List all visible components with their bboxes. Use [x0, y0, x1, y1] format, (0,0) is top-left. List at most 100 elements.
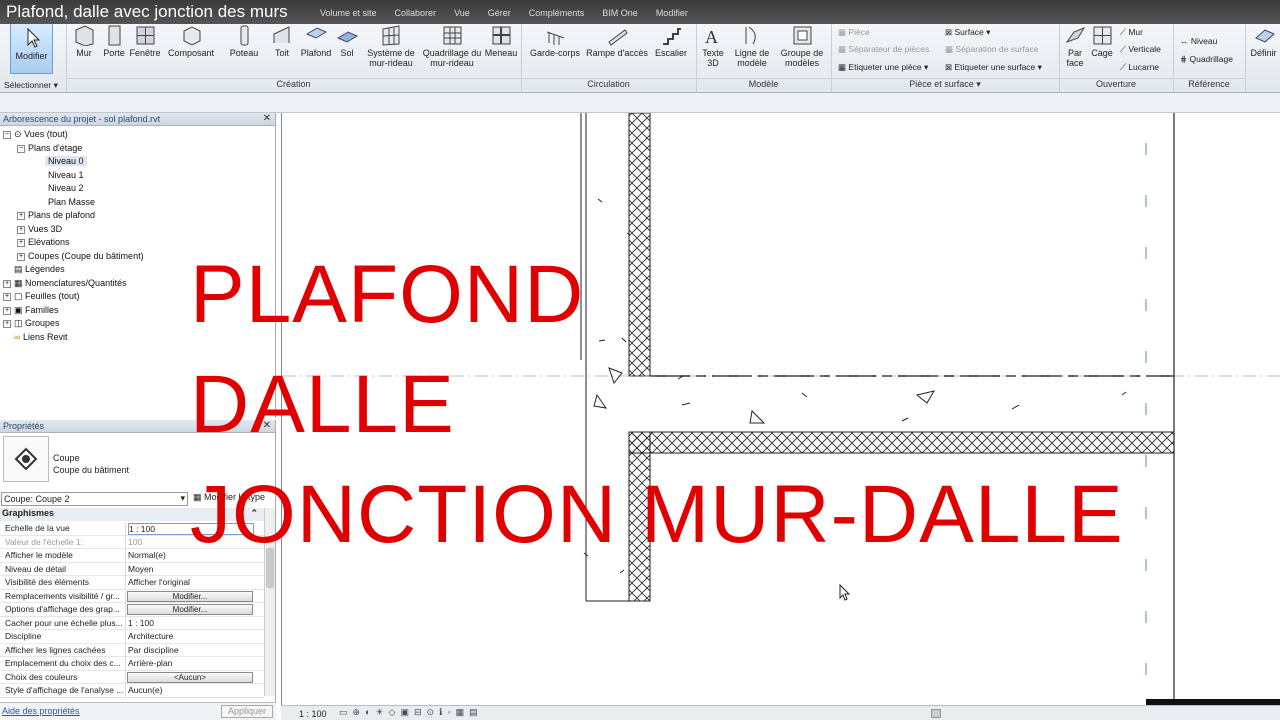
ceiling-icon — [305, 27, 327, 39]
family-icon: ▣ — [14, 305, 23, 315]
property-value[interactable]: Aucun(e) — [128, 685, 254, 695]
room-separator-button[interactable]: ▦ Séparateur de pièces — [838, 44, 929, 55]
property-value[interactable]: Afficher l'original — [128, 577, 254, 587]
door-button[interactable]: Porte — [100, 22, 128, 58]
wall-opening-button[interactable]: ⟋ Mur — [1120, 27, 1143, 38]
tab-volume[interactable]: Volume et site — [320, 8, 377, 18]
properties-help-link[interactable]: Aide des propriétés — [2, 706, 80, 716]
wall-button[interactable]: Mur — [70, 22, 98, 58]
tree-families[interactable]: + ▣ Familles — [3, 305, 59, 316]
tree-level-2[interactable]: Niveau 2 — [48, 183, 84, 193]
area-button[interactable]: ⊠ Surface ▾ — [945, 27, 990, 38]
select-dropdown[interactable]: Sélectionner ▾ — [4, 80, 58, 91]
cursor-icon — [27, 27, 40, 48]
tree-site-plan[interactable]: Plan Masse — [48, 197, 95, 207]
stair-button[interactable]: Escalier — [652, 22, 690, 58]
property-row[interactable]: Discipline Architecture — [0, 630, 264, 644]
ramp-button[interactable]: Rampe d'accès — [586, 22, 648, 58]
property-key: Emplacement du choix des c... — [5, 658, 121, 668]
horizontal-scrollbar[interactable] — [931, 709, 941, 718]
views-icon: ⊙ — [14, 129, 22, 139]
by-face-button[interactable]: Par face — [1062, 22, 1088, 68]
apply-button[interactable]: Appliquer — [221, 705, 273, 718]
property-edit-button[interactable]: Modifier... — [127, 590, 253, 602]
tree-ceiling-plans[interactable]: + Plans de plafond — [17, 210, 95, 220]
define-button[interactable]: Définir — [1247, 22, 1280, 58]
column-button[interactable]: Poteau — [228, 22, 260, 58]
options-bar — [0, 93, 1280, 113]
tab-complements[interactable]: Compléments — [529, 8, 585, 18]
text3d-icon: A — [705, 27, 718, 46]
tab-collaborer[interactable]: Collaborer — [395, 8, 437, 18]
tree-floor-plans[interactable]: − Plans d'étage — [17, 143, 82, 153]
mullion-button[interactable]: Meneau — [484, 22, 518, 58]
property-row[interactable]: Cacher pour une échelle plus... 1 : 100 — [0, 616, 264, 630]
view-scale[interactable]: 1 : 100 — [299, 709, 327, 719]
text3d-button[interactable]: A Texte 3D — [698, 22, 728, 68]
view-control-icons[interactable]: ▭⊕◐☀◇▣⊟⊙ℹ◦▦▤ — [339, 707, 483, 718]
tree-level-1[interactable]: Niveau 1 — [48, 170, 84, 180]
component-button[interactable]: Composant — [166, 22, 216, 58]
tab-modifier[interactable]: Modifier — [656, 8, 688, 18]
floor-button[interactable]: Sol — [334, 22, 360, 58]
property-row[interactable]: Options d'affichage des grap... Modifier.… — [0, 603, 264, 617]
property-edit-button[interactable]: <Aucun> — [127, 671, 253, 683]
area-boundary-button[interactable]: ▦ Séparation de surface — [945, 44, 1039, 55]
tag-room-button[interactable]: ▦ Etiqueter une pièce ▾ — [838, 62, 928, 73]
model-line-button[interactable]: Ligne de modèle — [730, 22, 774, 68]
tree-revit-links[interactable]: ∞ Liens Revit — [3, 332, 67, 342]
property-row[interactable]: Style d'affichage de l'analyse ... Aucun(… — [0, 684, 264, 698]
tree-sections[interactable]: + Coupes (Coupe du bâtiment) — [17, 251, 144, 261]
opening-group-label: Ouverture — [1059, 78, 1173, 92]
level-button[interactable]: ↔ Niveau — [1180, 36, 1217, 46]
curtain-grid-button[interactable]: Quadrillage du mur-rideau — [422, 22, 482, 68]
ceiling-button[interactable]: Plafond — [298, 22, 334, 58]
room-group-label: Pièce et surface ▾ — [831, 78, 1059, 92]
circulation-group-label: Circulation — [521, 78, 696, 92]
curtain-system-button[interactable]: Système de mur-rideau — [360, 22, 422, 68]
group-icon: ◫ — [14, 318, 23, 328]
shaft-button[interactable]: Cage — [1090, 22, 1114, 58]
railing-button[interactable]: Garde-corps — [528, 22, 582, 58]
tree-level-0[interactable]: Niveau 0 — [45, 156, 87, 166]
grid-button[interactable]: ⋕ Quadrillage — [1180, 54, 1233, 65]
property-value[interactable]: Architecture — [128, 631, 254, 641]
instance-selector[interactable]: Coupe: Coupe 2 ▾ — [1, 492, 188, 506]
property-value[interactable]: Arrière-plan — [128, 658, 254, 668]
modify-button[interactable]: Modifier — [10, 22, 53, 74]
tag-area-button[interactable]: ⊠ Etiqueter une surface ▾ — [945, 62, 1042, 73]
tree-legends[interactable]: ▤ Légendes — [3, 264, 65, 275]
property-row[interactable]: Choix des couleurs <Aucun> — [0, 670, 264, 684]
tree-sheets[interactable]: + ▢ Feuilles (tout) — [3, 291, 80, 302]
sheet-icon: ▢ — [14, 291, 23, 301]
property-row[interactable]: Emplacement du choix des c... Arrière-pla… — [0, 657, 264, 671]
property-key: Choix des couleurs — [5, 671, 78, 682]
property-value[interactable]: Par discipline — [128, 645, 254, 655]
property-row[interactable]: Remplacements visibilité / gr... Modifier… — [0, 589, 264, 603]
model-group-button[interactable]: Groupe de modèles — [776, 22, 828, 68]
window-button[interactable]: Fenêtre — [128, 22, 162, 58]
property-row[interactable]: Afficher les lignes cachées Par disciplin… — [0, 643, 264, 657]
tab-vue[interactable]: Vue — [454, 8, 470, 18]
tree-groups[interactable]: + ◫ Groupes — [3, 318, 60, 329]
tree-schedules[interactable]: + ▦ Nomenclatures/Quantités — [3, 278, 127, 289]
stair-icon — [663, 28, 681, 45]
room-button[interactable]: ▦ Pièce — [838, 27, 870, 38]
tab-bimone[interactable]: BIM One — [602, 8, 638, 18]
dormer-button[interactable]: ⟋ Lucarne — [1120, 62, 1159, 73]
close-icon[interactable]: ✕ — [263, 113, 271, 124]
modify-label: Modifier — [15, 51, 48, 61]
model-line-icon — [745, 26, 756, 45]
tab-gerer[interactable]: Gérer — [488, 8, 511, 18]
section-icon — [14, 447, 38, 471]
roof-button[interactable]: Toit — [268, 22, 296, 58]
property-edit-button[interactable]: Modifier... — [127, 604, 253, 615]
tree-views[interactable]: − ⊙ Vues (tout) — [3, 129, 68, 140]
property-value[interactable]: 1 : 100 — [128, 618, 254, 628]
curtain-system-icon — [382, 25, 400, 46]
model-group-icon — [793, 26, 812, 45]
vertical-opening-button[interactable]: ⟋ Verticale — [1120, 44, 1161, 55]
tree-elevations[interactable]: + Elévations — [17, 237, 70, 247]
tree-3d-views[interactable]: + Vues 3D — [17, 224, 62, 234]
property-row[interactable]: Visibilité des éléments Afficher l'origin… — [0, 576, 264, 590]
